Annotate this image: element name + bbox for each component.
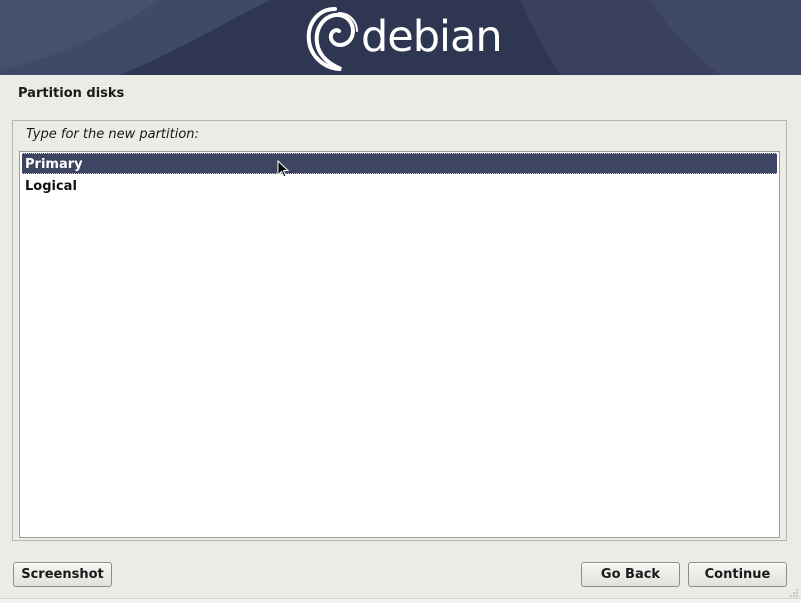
- list-item-label: Primary: [25, 157, 83, 172]
- screenshot-button[interactable]: Screenshot: [13, 562, 112, 587]
- continue-button[interactable]: Continue: [688, 562, 787, 587]
- partition-type-list[interactable]: Primary Logical: [19, 151, 780, 538]
- debian-banner: debian: [0, 0, 801, 75]
- debian-swirl-icon: [306, 7, 358, 71]
- page-title: Partition disks: [18, 86, 125, 101]
- list-item-logical[interactable]: Logical: [22, 176, 777, 197]
- debian-logo-text: debian: [361, 12, 503, 62]
- bottom-edge: [0, 598, 801, 603]
- go-back-button[interactable]: Go Back: [581, 562, 680, 587]
- resize-grip-icon[interactable]: [789, 588, 799, 598]
- question-prompt: Type for the new partition:: [26, 127, 199, 142]
- mouse-pointer-icon: [277, 160, 289, 178]
- debian-logo: debian: [305, 5, 503, 73]
- list-item-label: Logical: [25, 179, 77, 194]
- list-item-primary[interactable]: Primary: [22, 153, 777, 174]
